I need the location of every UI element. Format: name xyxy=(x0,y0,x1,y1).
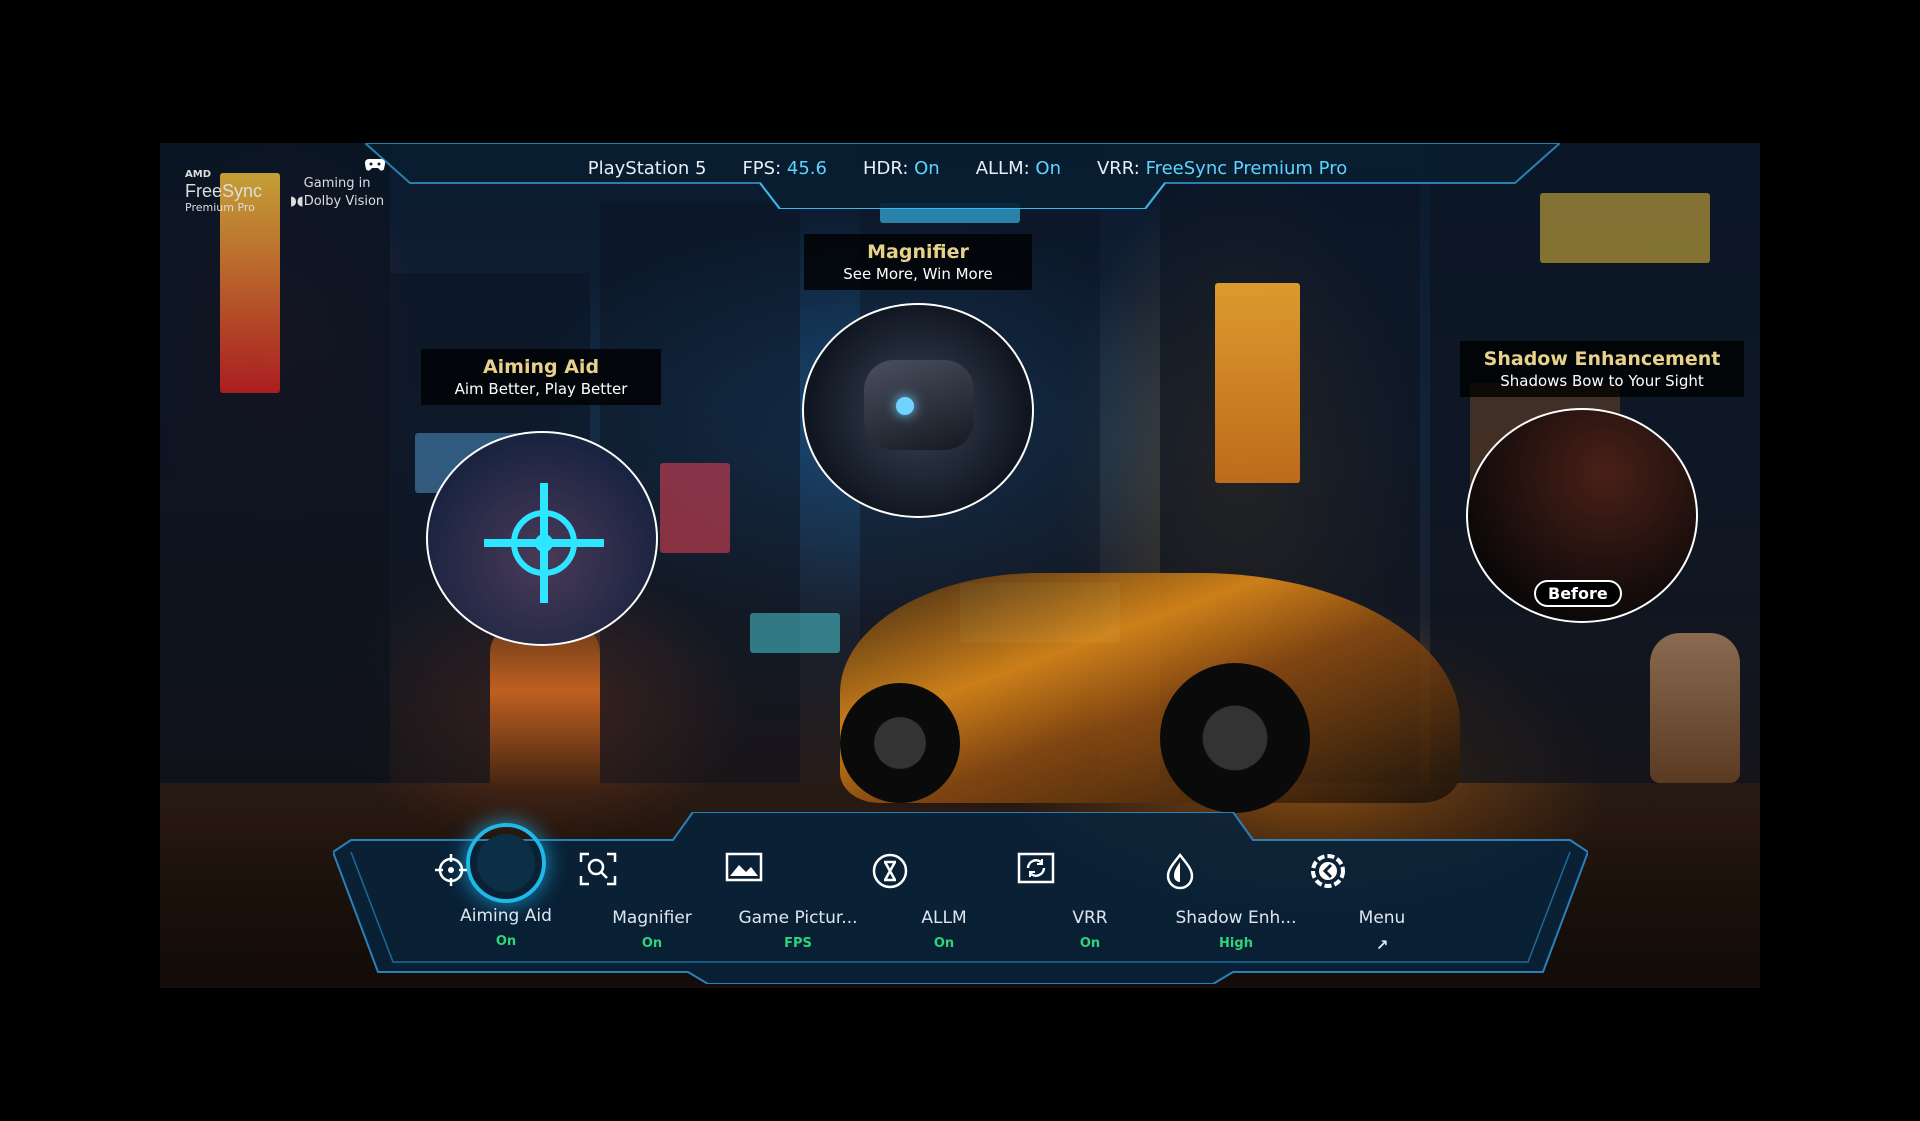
freesync-logo-text: FreeSync xyxy=(185,181,263,201)
aiming-aid-title: Aiming Aid xyxy=(482,356,600,378)
game-bar: Aiming Aid On Magnifier On Game Pictur..… xyxy=(333,812,1588,984)
shadow-enhancement-callout: Shadow Enhancement Shadows Bow to Your S… xyxy=(1460,341,1744,397)
menu-item-label: Magnifier xyxy=(612,908,692,928)
status-bar: PlayStation 5 FPS: 45.6 HDR: On ALLM: On… xyxy=(365,143,1560,209)
menu-item-vrr[interactable]: VRR On xyxy=(1017,852,1163,954)
magnifier-preview xyxy=(802,303,1034,518)
shadow-enhancement-subtitle: Shadows Bow to Your Sight xyxy=(1500,372,1704,390)
shadow-enhancement-title: Shadow Enhancement xyxy=(1483,348,1721,370)
menu-item-value: High xyxy=(1219,936,1253,951)
menu-item-value: On xyxy=(1079,936,1101,951)
menu-item-allm[interactable]: ALLM On xyxy=(871,852,1017,954)
menu-item-game-picture[interactable]: Game Pictur... FPS xyxy=(725,852,871,954)
menu-item-value: On xyxy=(495,934,517,949)
menu-arrow-icon: ↗ xyxy=(1375,936,1389,954)
magnifier-title: Magnifier xyxy=(867,241,969,263)
menu-item-label: VRR xyxy=(1072,908,1108,928)
fps-label: FPS: xyxy=(742,158,782,179)
freesync-logo: AMD FreeSync Premium Pro xyxy=(185,168,262,214)
source-label: PlayStation 5 xyxy=(587,158,707,179)
fps-value: 45.6 xyxy=(786,158,827,179)
menu-item-menu[interactable]: Menu ↗ xyxy=(1309,852,1455,954)
source-item: PlayStation 5 xyxy=(365,158,707,179)
allm-label: ALLM: xyxy=(975,158,1030,179)
vrr-icon xyxy=(1017,852,1163,900)
allm-value: On xyxy=(1035,158,1061,179)
shadow-icon xyxy=(1163,852,1309,900)
menu-item-label: Game Pictur... xyxy=(738,908,858,928)
menu-item-label: Aiming Aid xyxy=(460,906,552,926)
aiming-aid-callout: Aiming Aid Aim Better, Play Better xyxy=(421,349,661,405)
magnifier-subtitle: See More, Win More xyxy=(843,265,993,283)
allm-icon xyxy=(871,852,1017,900)
vrr-label: VRR: xyxy=(1096,158,1140,179)
menu-item-label: Shadow Enh... xyxy=(1175,908,1297,928)
menu-item-value: FPS xyxy=(784,936,812,951)
hdr-item: HDR: On xyxy=(863,158,940,179)
aiming-aid-subtitle: Aim Better, Play Better xyxy=(454,380,628,398)
crosshair-icon xyxy=(435,823,546,903)
vrr-item: VRR: FreeSync Premium Pro xyxy=(1097,158,1347,179)
fps-item: FPS: 45.6 xyxy=(742,158,827,179)
allm-item: ALLM: On xyxy=(976,158,1061,179)
game-bar-items: Aiming Aid On Magnifier On Game Pictur..… xyxy=(433,823,1493,954)
menu-item-value: On xyxy=(933,936,955,951)
menu-item-label: Menu xyxy=(1358,908,1406,928)
hdr-value: On xyxy=(914,158,940,179)
magnifier-icon xyxy=(579,852,725,900)
picture-icon xyxy=(725,852,871,900)
aiming-aid-preview xyxy=(426,431,658,646)
before-tag: Before xyxy=(1534,580,1622,607)
menu-item-aiming-aid[interactable]: Aiming Aid On xyxy=(433,823,579,954)
freesync-sub-text: Premium Pro xyxy=(185,201,255,214)
magnifier-callout: Magnifier See More, Win More xyxy=(804,234,1032,290)
amd-logo-text: AMD xyxy=(185,169,211,180)
menu-item-shadow-enhancement[interactable]: Shadow Enh... High xyxy=(1163,852,1309,954)
menu-icon xyxy=(1309,852,1455,900)
crosshair-overlay-icon xyxy=(484,483,604,603)
menu-item-value: On xyxy=(641,936,663,951)
menu-item-label: ALLM xyxy=(921,908,967,928)
vrr-value: FreeSync Premium Pro xyxy=(1145,158,1348,179)
menu-item-magnifier[interactable]: Magnifier On xyxy=(579,852,725,954)
hdr-label: HDR: xyxy=(862,158,909,179)
